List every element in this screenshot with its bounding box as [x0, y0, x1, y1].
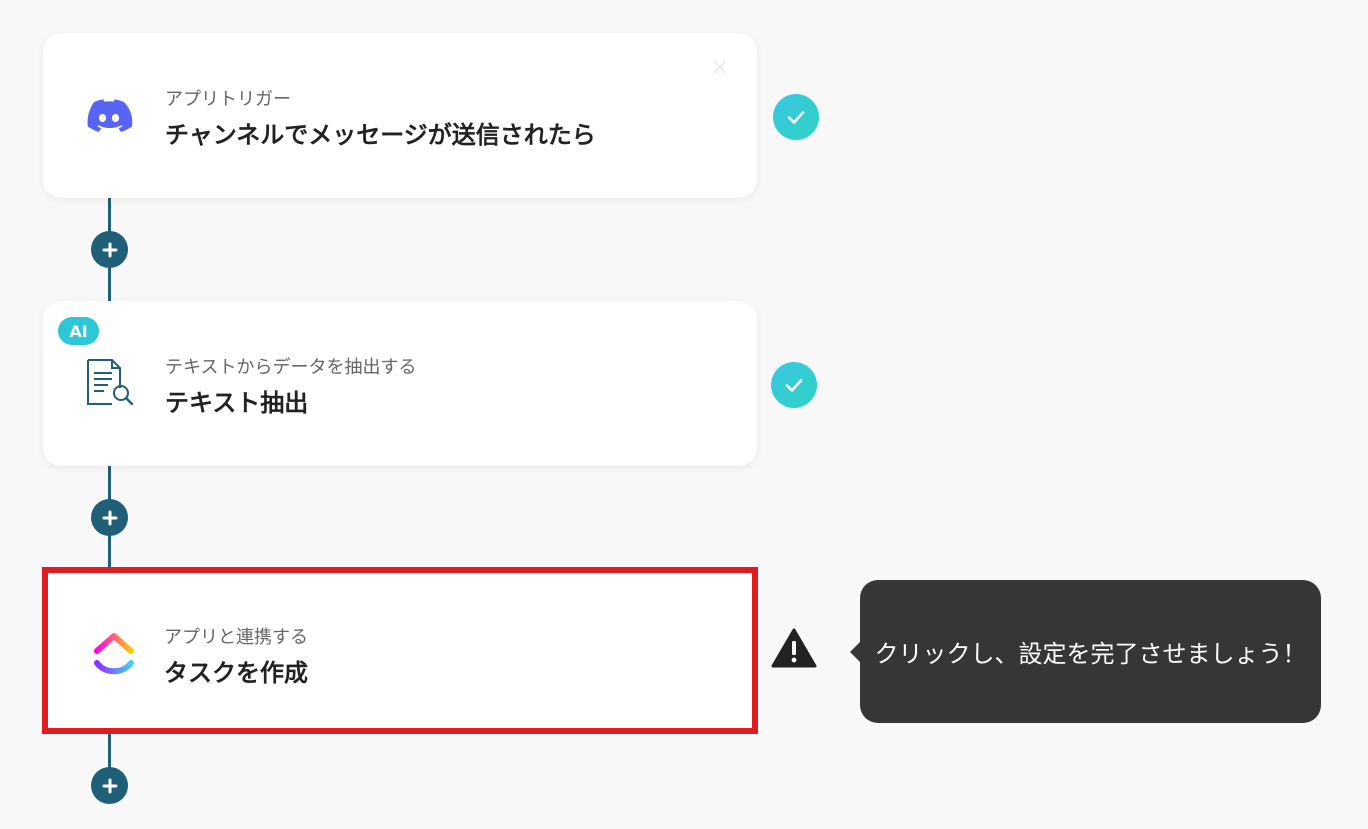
step-card-ai-extract[interactable]: テキストからデータを抽出する テキスト抽出	[43, 301, 757, 466]
ai-badge: AI	[58, 317, 99, 345]
step-title: テキスト抽出	[165, 389, 309, 417]
step-subtitle: アプリと連携する	[164, 627, 308, 648]
close-icon[interactable]: ×	[711, 57, 729, 79]
step-title: タスクを作成	[164, 659, 308, 687]
step-title: チャンネルでメッセージが送信されたら	[165, 121, 596, 149]
discord-icon	[83, 89, 135, 141]
step-card-clickup-task[interactable]: アプリと連携する タスクを作成	[42, 567, 758, 734]
step-card-trigger[interactable]: アプリトリガー チャンネルでメッセージが送信されたら ×	[43, 33, 757, 198]
plus-icon	[102, 510, 117, 525]
warning-icon	[771, 627, 817, 669]
flow-canvas: アプリトリガー チャンネルでメッセージが送信されたら × テキストからデータを抽…	[0, 0, 1368, 829]
check-icon	[773, 94, 819, 140]
plus-icon	[102, 778, 117, 793]
add-step-button[interactable]	[91, 767, 128, 804]
step-subtitle: テキストからデータを抽出する	[165, 357, 417, 378]
plus-icon	[102, 242, 117, 257]
tooltip-text: クリックし、設定を完了させましょう！	[874, 640, 1307, 668]
document-search-icon	[83, 357, 135, 409]
add-step-button[interactable]	[91, 499, 128, 536]
clickup-icon	[88, 629, 140, 681]
add-step-button[interactable]	[91, 231, 128, 268]
step-subtitle: アプリトリガー	[165, 89, 291, 110]
check-icon	[771, 362, 817, 408]
hint-tooltip: クリックし、設定を完了させましょう！	[850, 580, 1321, 723]
